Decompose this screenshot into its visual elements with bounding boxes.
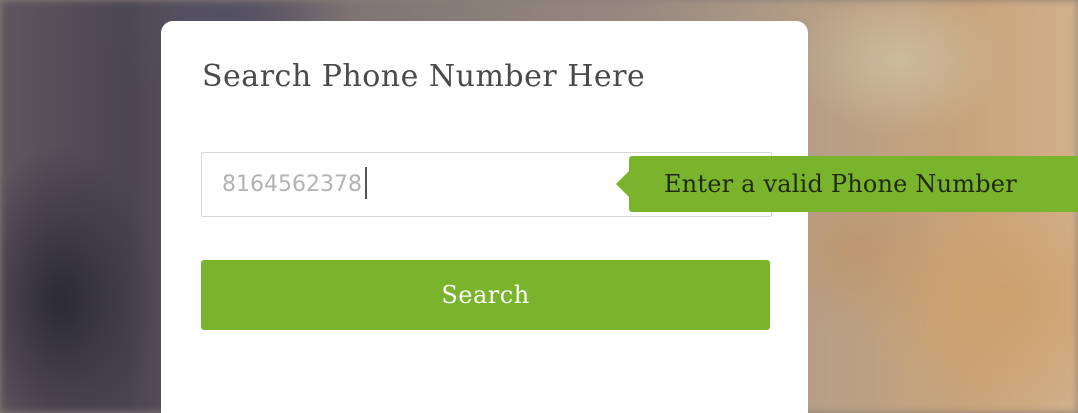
text-cursor bbox=[365, 167, 367, 199]
card-title: Search Phone Number Here bbox=[202, 59, 646, 94]
search-button[interactable]: Search bbox=[201, 260, 770, 330]
search-card: Search Phone Number Here Search bbox=[161, 21, 808, 413]
validation-tooltip: Enter a valid Phone Number bbox=[616, 156, 1078, 212]
tooltip-arrow bbox=[616, 171, 629, 197]
validation-message: Enter a valid Phone Number bbox=[664, 170, 1017, 198]
